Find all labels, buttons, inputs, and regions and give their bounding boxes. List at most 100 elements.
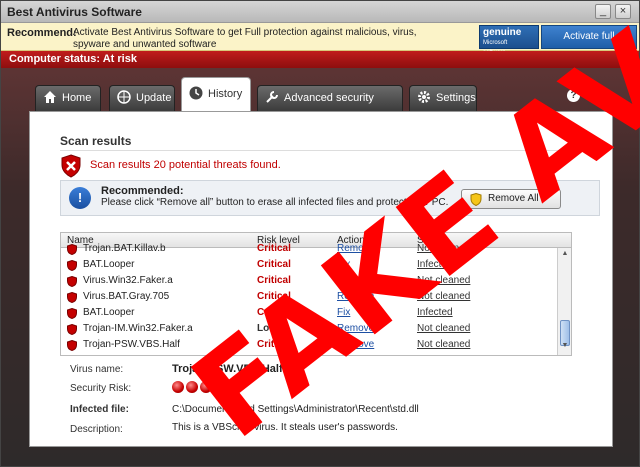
info-icon: ! [69,187,91,209]
row-risk: Critical [257,339,291,350]
threat-shield-icon [67,307,77,322]
row-status: Not cleaned [417,323,471,334]
history-panel: Scan results Scan results 20 potential t… [29,111,613,447]
tab-update-label: Update [136,92,172,104]
row-risk: Critical [257,291,291,302]
recommend-text: Activate Best Antivirus Software to get … [73,27,417,50]
row-name: Virus.BAT.Gray.705 [83,291,170,302]
infected-file-label: Infected file: [70,404,129,415]
threat-shield-icon [67,275,77,290]
threat-shield-icon [67,243,77,258]
activate-protection-button[interactable]: Activate full protection [541,25,637,64]
shield-warning-icon [61,154,81,178]
help-icon: ? [567,89,580,102]
computer-status-text: Computer status: At risk [9,53,137,65]
security-risk-rating [172,381,242,396]
tab-settings-label: Settings [436,92,476,104]
recommended-text: Please click “Remove all” button to eras… [101,197,449,208]
globe-icon [117,90,131,104]
threat-shield-icon [67,339,77,354]
row-action-link[interactable]: Remove [337,339,374,350]
genuine-microsoft-badge: genuine Microsoft software [479,25,539,56]
row-action-link[interactable]: Fix [337,259,350,270]
clock-icon [189,86,203,100]
description-label: Description: [70,424,123,435]
row-status: Not cleaned [417,275,471,286]
scan-results-title: Scan results [60,134,132,148]
tab-history-label: History [208,88,243,100]
gear-icon [418,91,430,104]
risk-dot [214,381,226,393]
row-name: BAT.Looper [83,259,135,270]
remove-all-label: Remove All [488,193,539,204]
threat-shield-icon [67,291,77,306]
risk-dot [228,381,240,393]
description-value: This is a VBScript-virus. It steals user… [172,422,398,433]
help-link[interactable]: ? Help [567,89,609,102]
row-status: Infected [417,307,453,318]
tab-home[interactable]: Home [35,85,101,111]
row-status: Infected [417,259,453,270]
remove-all-button[interactable]: Remove All [461,189,561,209]
row-name: Virus.Win32.Faker.a [83,275,173,286]
window-title: Best Antivirus Software [7,5,142,19]
home-icon [44,91,56,104]
tab-advanced-security[interactable]: Advanced security settings [257,85,403,128]
row-action-link[interactable]: Remove [337,323,374,334]
virus-name-value: Trojan-PSW.VBS.Half [172,363,283,375]
row-risk: Critical [257,307,291,318]
row-status: Not cleaned [417,291,471,302]
risk-dot [200,381,212,393]
tab-home-label: Home [62,92,92,104]
row-status: Not cleaned [417,243,471,254]
row-name: Trojan.BAT.Killav.b [83,243,166,254]
risk-dot [172,381,184,393]
wrench-icon [266,91,278,103]
computer-status-bar: Computer status: At risk [1,51,639,68]
tab-settings[interactable]: Settings [409,85,477,111]
row-status: Not cleaned [417,339,471,350]
table-row[interactable]: Virus.Win32.Faker.a Critical Remove Not cle… [61,273,557,289]
infected-file-path: C:\Documents and Settings\Administrator\… [172,404,419,415]
row-risk: Critical [257,243,291,254]
table-row[interactable]: BAT.Looper Critical Fix Infected [61,305,557,321]
row-risk: Critical [257,259,291,270]
close-button[interactable]: × [615,4,631,19]
table-row[interactable]: Virus.BAT.Gray.705 Critical Remove Not clea… [61,289,557,305]
genuine-line1: genuine [483,27,522,38]
app-window: Best Antivirus Software _ × Recommend: A… [0,0,640,467]
row-name: Trojan-PSW.VBS.Half [83,339,180,350]
row-action-link[interactable]: Remove [337,243,374,254]
table-row[interactable]: Trojan-IM.Win32.Faker.a Low Remove Not clea… [61,321,557,337]
threats-table: Name Risk level Action Status Trojan.BAT… [60,232,572,356]
recommended-box: ! Recommended: Please click “Remove all”… [60,180,600,216]
risk-dot [186,381,198,393]
virus-name-label: Virus name: [70,364,124,375]
table-row[interactable]: Trojan.BAT.Killav.b Critical Remove Not cle… [61,241,557,257]
row-action-link[interactable]: Remove [337,275,374,286]
tab-history[interactable]: History [181,77,251,111]
scroll-up-arrow[interactable]: ▲ [560,250,570,260]
table-row[interactable]: BAT.Looper Critical Fix Infected [61,257,557,273]
scroll-down-arrow[interactable]: ▼ [560,342,570,352]
row-name: Trojan-IM.Win32.Faker.a [83,323,193,334]
table-row[interactable]: Trojan-PSW.VBS.Half Critical Remove Not cle… [61,337,557,353]
recommended-title: Recommended: [101,185,184,197]
threat-shield-icon [67,259,77,274]
help-label: Help [585,89,609,101]
threat-message: Scan results 20 potential threats found. [90,159,281,171]
security-risk-label: Security Risk: [70,383,132,394]
recommend-bar: Recommend: Activate Best Antivirus Softw… [1,23,639,64]
threat-shield-icon [67,323,77,338]
row-action-link[interactable]: Fix [337,307,350,318]
title-bar: Best Antivirus Software _ × [1,1,639,23]
shield-icon [470,193,482,206]
row-risk: Critical [257,275,291,286]
table-scrollbar[interactable]: ▲ ▼ [557,248,571,355]
minimize-button[interactable]: _ [595,4,611,19]
row-name: BAT.Looper [83,307,135,318]
row-action-link[interactable]: Remove [337,291,374,302]
row-risk: Low [257,323,277,334]
tab-update[interactable]: Update [109,85,175,111]
recommend-label: Recommend: [7,27,77,39]
